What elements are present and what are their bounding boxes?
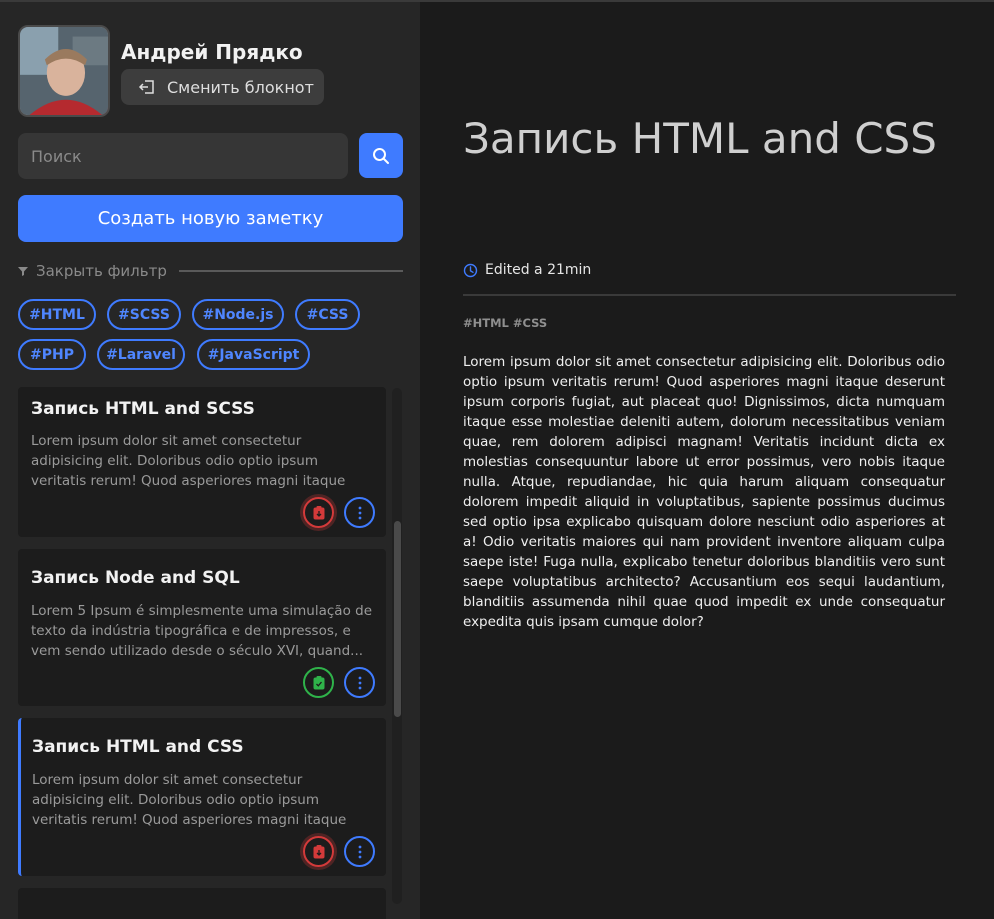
note-card-active[interactable]: Запись HTML and CSS Lorem ipsum dolor si…: [18, 718, 386, 876]
edited-label: Edited a 21min: [485, 262, 592, 278]
more-vertical-icon: [358, 845, 361, 858]
note-title: Запись HTML and SCSS: [31, 399, 255, 419]
header-divider: [463, 294, 956, 296]
create-note-button[interactable]: Создать новую заметку: [18, 195, 403, 242]
more-vertical-icon: [358, 676, 361, 689]
note-card[interactable]: Запись Node and SQL Lorem 5 Ipsum é simp…: [18, 549, 386, 706]
filter-label: Закрыть фильтр: [36, 262, 167, 280]
tag-nodejs[interactable]: #Node.js: [192, 299, 284, 330]
note-view: Запись HTML and CSS Edited a 21min #HTML…: [420, 2, 994, 919]
search-icon: [373, 147, 389, 164]
note-preview: Lorem ipsum dolor sit amet consectetur a…: [32, 772, 347, 828]
note-body: Lorem ipsum dolor sit amet consectetur a…: [463, 354, 945, 630]
filter-toggle[interactable]: Закрыть фильтр: [18, 261, 403, 281]
note-preview: Lorem ipsum dolor sit amet consectetur a…: [31, 433, 346, 489]
edited-info: Edited a 21min: [463, 262, 591, 278]
note-status-button[interactable]: [303, 836, 334, 867]
note-preview: Lorem 5 Ipsum é simplesmente uma simulaç…: [31, 603, 373, 659]
tag-html[interactable]: #HTML: [18, 299, 96, 330]
tag-php[interactable]: #PHP: [18, 339, 86, 370]
sidebar: Андрей Прядко Сменить блокнот Создать но…: [0, 2, 420, 919]
switch-notebook-button[interactable]: Сменить блокнот: [121, 69, 324, 105]
more-vertical-icon: [358, 506, 361, 519]
clipboard-down-icon: [313, 505, 324, 519]
user-name: Андрей Прядко: [121, 40, 303, 64]
filter-divider: [178, 270, 403, 272]
search-button[interactable]: [359, 133, 403, 178]
notes-scrollbar-thumb[interactable]: [394, 521, 401, 717]
filter-icon: [18, 267, 28, 276]
note-heading: Запись HTML and CSS: [463, 114, 937, 163]
note-more-button[interactable]: [344, 497, 375, 528]
tag-scss[interactable]: #SCSS: [107, 299, 181, 330]
note-title: Запись Node and SQL: [31, 568, 240, 588]
tag-css[interactable]: #CSS: [295, 299, 360, 330]
avatar[interactable]: [18, 25, 110, 117]
note-card[interactable]: Запись HTML and SCSS Lorem ipsum dolor s…: [18, 387, 386, 537]
avatar-image: [20, 27, 108, 115]
notes-list: Запись HTML and SCSS Lorem ipsum dolor s…: [18, 387, 386, 919]
note-status-button[interactable]: [303, 667, 334, 698]
clipboard-check-icon: [313, 675, 324, 689]
note-status-button[interactable]: [303, 497, 334, 528]
note-tags: #HTML #CSS: [463, 316, 548, 330]
tag-laravel[interactable]: #Laravel: [97, 339, 185, 370]
clock-icon: [463, 263, 478, 277]
logout-icon: [138, 80, 154, 94]
note-card[interactable]: [18, 888, 386, 919]
tag-javascript[interactable]: #JavaScript: [197, 339, 310, 370]
search-input[interactable]: [18, 133, 348, 179]
note-title: Запись HTML and CSS: [32, 737, 244, 757]
switch-notebook-label: Сменить блокнот: [167, 77, 314, 97]
clipboard-down-icon: [313, 844, 324, 858]
note-more-button[interactable]: [344, 667, 375, 698]
note-more-button[interactable]: [344, 836, 375, 867]
